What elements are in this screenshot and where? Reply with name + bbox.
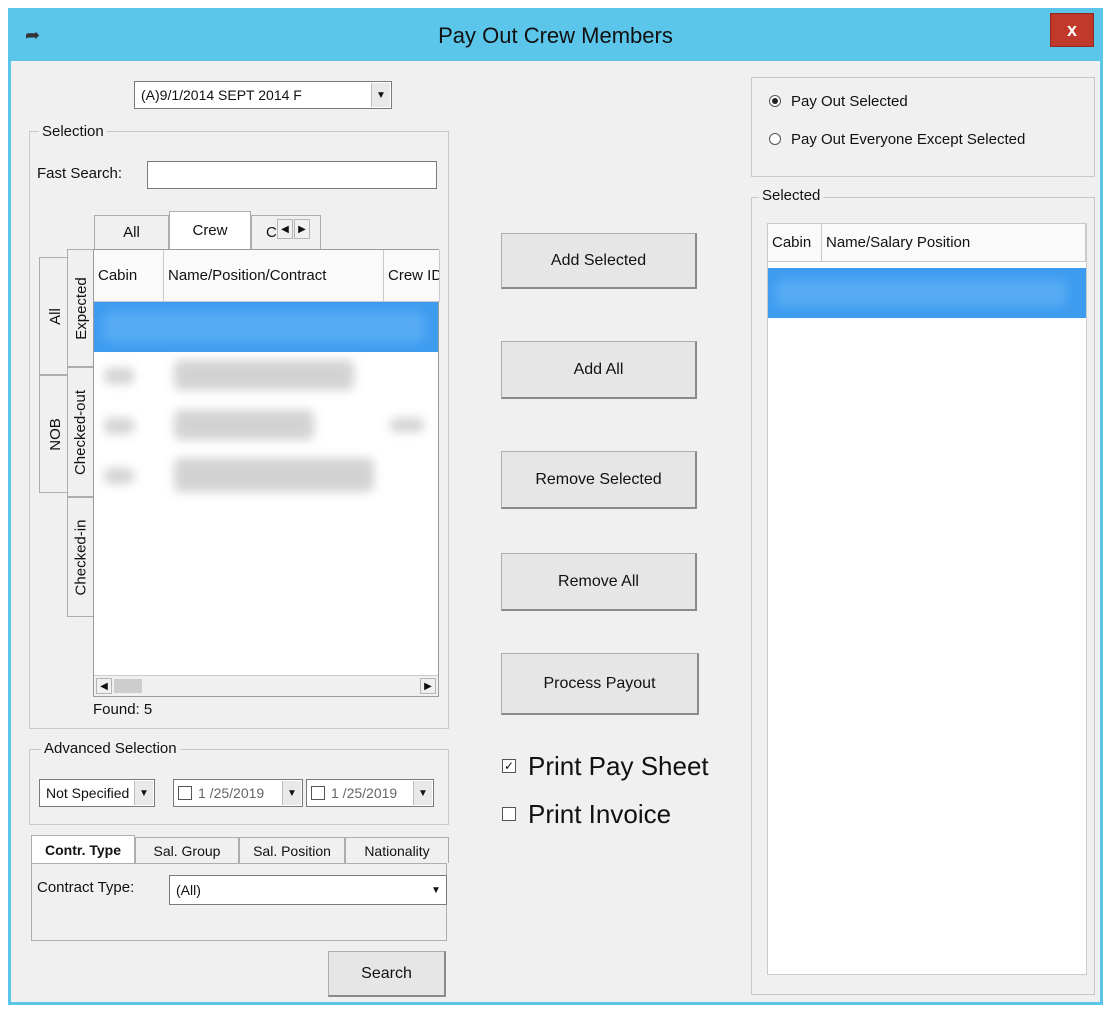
title-bar: ➦ Pay Out Crew Members x xyxy=(11,11,1100,61)
pay-out-selected-label[interactable]: Pay Out Selected xyxy=(791,93,908,110)
redacted-cell xyxy=(174,410,314,440)
column-header-name-salary-position[interactable]: Name/Salary Position xyxy=(822,224,1086,262)
date-from-checkbox[interactable] xyxy=(178,786,192,800)
date-from-picker[interactable]: 1 /25/2019 ▼ xyxy=(173,779,303,807)
selected-grid[interactable]: Cabin Name/Salary Position xyxy=(767,223,1087,975)
selected-group-label: Selected xyxy=(759,187,824,204)
scroll-right-icon[interactable]: ▶ xyxy=(420,678,436,694)
redacted-cell xyxy=(174,458,374,492)
table-row[interactable] xyxy=(768,268,1086,318)
advanced-selection-label: Advanced Selection xyxy=(41,740,180,757)
redacted-cell xyxy=(174,360,354,390)
status-dropdown-value: Not Specified xyxy=(46,785,130,801)
pay-out-except-radio[interactable] xyxy=(769,133,781,145)
pay-out-window: ➦ Pay Out Crew Members x (A)9/1/2014 SEP… xyxy=(8,8,1103,1005)
chevron-down-icon[interactable]: ▼ xyxy=(427,877,445,903)
print-pay-sheet-label[interactable]: Print Pay Sheet xyxy=(528,751,709,782)
chevron-down-icon[interactable]: ▼ xyxy=(413,781,432,805)
print-invoice-checkbox[interactable] xyxy=(502,807,516,821)
pay-out-except-label[interactable]: Pay Out Everyone Except Selected xyxy=(791,131,1025,148)
add-selected-button[interactable]: Add Selected xyxy=(501,233,697,289)
close-button[interactable]: x xyxy=(1050,13,1094,47)
tab-scroll-right-icon[interactable]: ▶ xyxy=(294,219,310,239)
side-tab-checked-out[interactable]: Checked-out xyxy=(67,367,95,497)
side-tab-checked-out-label: Checked-out xyxy=(72,389,90,475)
table-row[interactable] xyxy=(94,302,438,352)
tab-crew[interactable]: Crew xyxy=(169,211,251,249)
side-tab-checked-in-label: Checked-in xyxy=(72,519,90,595)
redacted-cell xyxy=(104,368,134,384)
found-count: Found: 5 xyxy=(93,701,153,718)
side-tab-nob-label: NOB xyxy=(46,417,64,451)
period-dropdown[interactable]: (A)9/1/2014 SEPT 2014 F ▼ xyxy=(134,81,392,109)
crew-grid[interactable]: Cabin Name/Position/Contract Crew ID ◀ ▶ xyxy=(93,249,440,697)
print-pay-sheet-checkbox[interactable]: ✓ xyxy=(502,759,516,773)
table-row[interactable] xyxy=(94,452,438,502)
chevron-down-icon[interactable]: ▼ xyxy=(282,781,301,805)
print-invoice-label[interactable]: Print Invoice xyxy=(528,799,671,830)
date-from-value: 1 /25/2019 xyxy=(198,785,265,801)
crew-grid-scrollbar[interactable]: ◀ ▶ xyxy=(94,675,438,696)
side-tab-expected-label: Expected xyxy=(72,276,90,340)
remove-all-button[interactable]: Remove All xyxy=(501,553,697,611)
redacted-cell xyxy=(776,280,1066,306)
tab-nationality[interactable]: Nationality xyxy=(345,837,449,863)
tab-salary-position[interactable]: Sal. Position xyxy=(239,837,345,863)
tab-all[interactable]: All xyxy=(94,215,169,249)
search-button[interactable]: Search xyxy=(328,951,446,997)
tab-salary-group[interactable]: Sal. Group xyxy=(135,837,239,863)
contract-type-value: (All) xyxy=(176,882,201,898)
contract-type-dropdown[interactable]: (All) ▼ xyxy=(169,875,447,905)
redacted-cell xyxy=(104,468,134,484)
process-payout-button[interactable]: Process Payout xyxy=(501,653,699,715)
date-to-value: 1 /25/2019 xyxy=(331,785,398,801)
fast-search-input[interactable] xyxy=(147,161,437,189)
window-title: Pay Out Crew Members xyxy=(438,23,673,48)
selection-group-label: Selection xyxy=(39,123,107,140)
date-to-picker[interactable]: 1 /25/2019 ▼ xyxy=(306,779,434,807)
scroll-left-icon[interactable]: ◀ xyxy=(96,678,112,694)
status-dropdown[interactable]: Not Specified ▼ xyxy=(39,779,155,807)
contract-type-label: Contract Type: xyxy=(37,879,135,896)
redacted-cell xyxy=(390,418,424,432)
column-header-cabin[interactable]: Cabin xyxy=(94,250,164,302)
table-row[interactable] xyxy=(94,402,438,452)
chevron-down-icon[interactable]: ▼ xyxy=(134,781,153,805)
period-dropdown-value: (A)9/1/2014 SEPT 2014 F xyxy=(141,87,302,103)
tab-c-label: C xyxy=(266,224,277,241)
side-tab-all-label: All xyxy=(46,307,64,325)
tab-scroll-left-icon[interactable]: ◀ xyxy=(277,219,293,239)
redacted-cell xyxy=(104,312,424,342)
remove-selected-button[interactable]: Remove Selected xyxy=(501,451,697,509)
redacted-cell xyxy=(104,418,134,434)
chevron-down-icon[interactable]: ▼ xyxy=(371,83,390,107)
pay-out-selected-radio[interactable] xyxy=(769,95,781,107)
side-tab-checked-in[interactable]: Checked-in xyxy=(67,497,95,617)
date-to-checkbox[interactable] xyxy=(311,786,325,800)
tab-contract-type[interactable]: Contr. Type xyxy=(31,835,135,863)
column-header-cabin[interactable]: Cabin xyxy=(768,224,822,262)
fast-search-label: Fast Search: xyxy=(37,165,123,182)
table-row[interactable] xyxy=(94,352,438,402)
add-all-button[interactable]: Add All xyxy=(501,341,697,399)
payout-mode-group xyxy=(751,77,1095,177)
column-header-crew-id[interactable]: Crew ID xyxy=(384,250,440,302)
side-tab-expected[interactable]: Expected xyxy=(67,249,95,367)
scrollbar-thumb[interactable] xyxy=(114,679,142,693)
column-header-name[interactable]: Name/Position/Contract xyxy=(164,250,384,302)
